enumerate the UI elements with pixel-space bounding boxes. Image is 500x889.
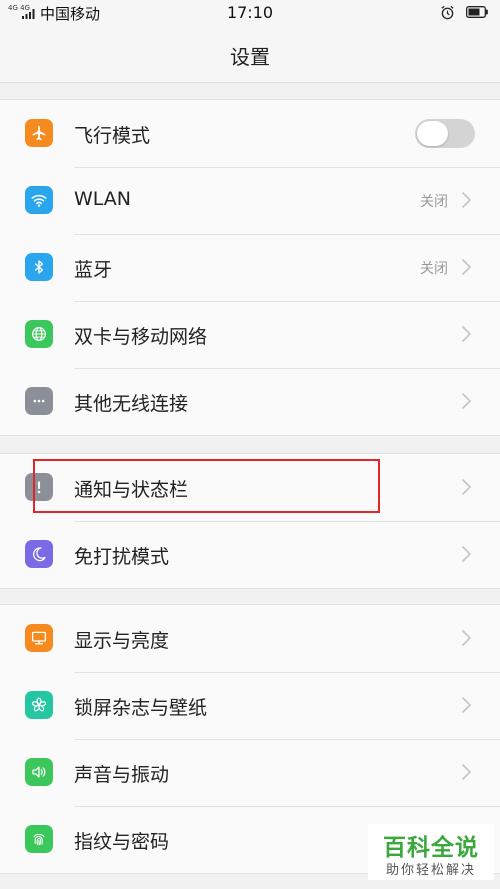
settings-item-label: 免打扰模式: [74, 546, 170, 568]
fingerprint-icon: [25, 825, 53, 853]
settings-item-other-wireless[interactable]: 其他无线连接: [0, 368, 500, 435]
settings-item-bluetooth[interactable]: 蓝牙 关闭: [0, 234, 500, 301]
chevron-right-icon: [461, 325, 472, 343]
alarm-icon: [441, 5, 454, 20]
settings-item-label: 飞行模式: [74, 125, 151, 147]
settings-item-do-not-disturb[interactable]: 免打扰模式: [0, 521, 500, 588]
settings-item-notifications-status-bar[interactable]: 通知与状态栏: [0, 454, 500, 521]
status-time: 17:10: [226, 3, 274, 22]
settings-item-label: WLAN: [74, 188, 132, 210]
settings-item-label: 显示与亮度: [74, 630, 170, 652]
chevron-right-icon: [461, 258, 472, 276]
settings-item-airplane-mode[interactable]: 飞行模式: [0, 100, 500, 167]
settings-item-label: 指纹与密码: [74, 831, 170, 853]
settings-item-label: 通知与状态栏: [74, 479, 189, 501]
airplane-mode-toggle[interactable]: [415, 119, 475, 148]
wifi-icon: [25, 186, 53, 214]
settings-item-wlan[interactable]: WLAN 关闭: [0, 167, 500, 234]
settings-item-label: 双卡与移动网络: [74, 326, 208, 348]
settings-item-display-brightness[interactable]: 显示与亮度: [0, 605, 500, 672]
page-title: 设置: [230, 45, 270, 69]
chevron-right-icon: [461, 478, 472, 496]
settings-item-label: 蓝牙: [74, 259, 113, 281]
wlan-status: 关闭: [420, 194, 448, 210]
chevron-right-icon: [461, 392, 472, 410]
toggle-knob: [417, 121, 448, 146]
speaker-icon: [25, 758, 53, 786]
airplane-icon: [25, 119, 53, 147]
settings-item-label: 其他无线连接: [74, 393, 189, 415]
settings-item-dual-sim-network[interactable]: 双卡与移动网络: [0, 301, 500, 368]
flower-icon: [25, 691, 53, 719]
monitor-icon: [25, 624, 53, 652]
chevron-right-icon: [461, 545, 472, 563]
exclamation-icon: [25, 473, 53, 501]
settings-item-lockscreen-wallpaper[interactable]: 锁屏杂志与壁纸: [0, 672, 500, 739]
settings-group-notifications: 通知与状态栏 免打扰模式: [0, 453, 500, 589]
watermark-subtitle: 助你轻松解决: [385, 863, 476, 878]
chevron-right-icon: [461, 696, 472, 714]
chevron-right-icon: [461, 191, 472, 209]
chevron-right-icon: [461, 763, 472, 781]
watermark-logo: 百科全说 助你轻松解决: [368, 824, 494, 880]
battery-icon: [466, 6, 488, 18]
status-bar: 4G 4G 中国移动 17:10: [0, 0, 500, 28]
moon-icon: [25, 540, 53, 568]
bluetooth-status: 关闭: [420, 261, 448, 277]
settings-item-label: 声音与振动: [74, 764, 170, 786]
globe-icon: [25, 320, 53, 348]
settings-item-label: 锁屏杂志与壁纸: [74, 697, 208, 719]
more-icon: [25, 387, 53, 415]
watermark-title: 百科全说: [383, 835, 479, 861]
bluetooth-icon: [25, 253, 53, 281]
chevron-right-icon: [461, 629, 472, 647]
settings-item-sound-vibration[interactable]: 声音与振动: [0, 739, 500, 806]
settings-group-connectivity: 飞行模式 WLAN 关闭 蓝牙 关闭 双卡与移动网络 其他无线连接: [0, 99, 500, 436]
header: 设置: [0, 28, 500, 83]
